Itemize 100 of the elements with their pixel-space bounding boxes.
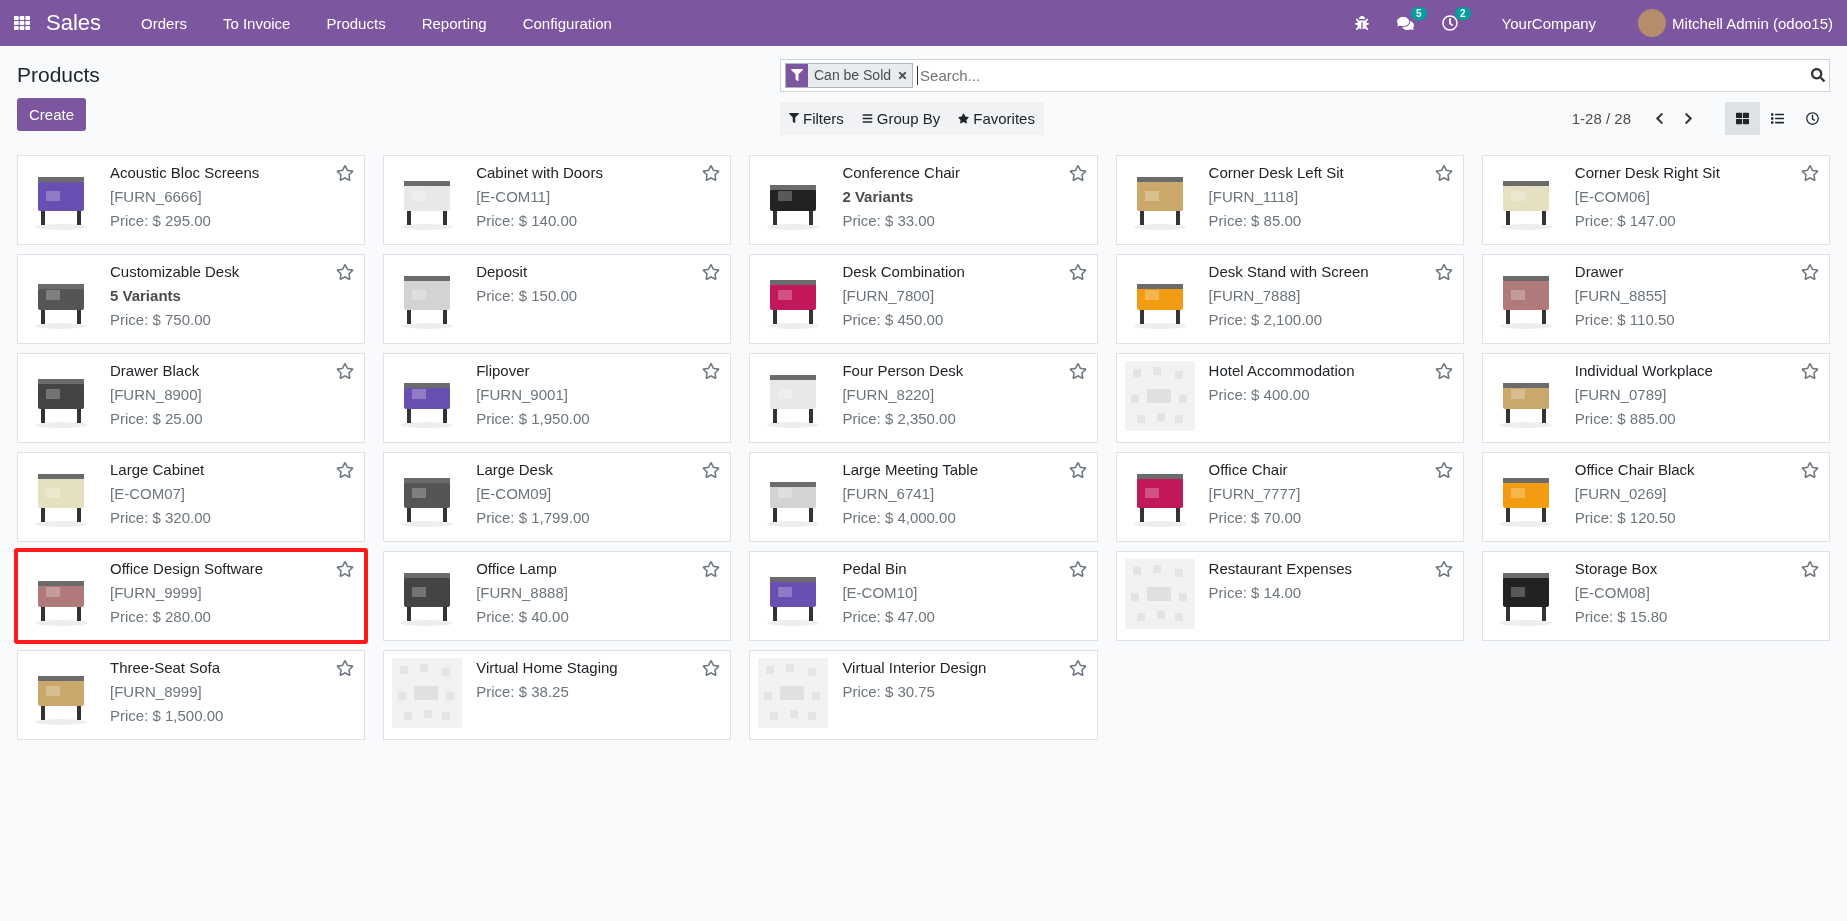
app-name[interactable]: Sales [46,10,102,36]
apps-grid-icon[interactable] [14,15,30,31]
star-icon[interactable] [336,560,355,578]
product-card[interactable]: Three-Seat Sofa [FURN_8999] Price: $ 1,500.00 [17,650,366,740]
product-card[interactable]: Corner Desk Right Sit [E-COM06] Price: $ 147.00 [1481,155,1830,245]
product-price: Price: $ 38.25 [476,682,569,701]
product-card[interactable]: Office Lamp [FURN_8888] Price: $ 40.00 [383,551,732,641]
star-icon[interactable] [702,164,721,182]
product-card[interactable]: Drawer [FURN_8855] Price: $ 110.50 [1481,254,1830,344]
product-price: Price: $ 1,950.00 [476,409,590,428]
star-icon[interactable] [702,263,721,281]
product-name: Desk Combination [842,262,965,281]
product-reference: [FURN_9001] [476,385,568,404]
product-card[interactable]: Large Cabinet [E-COM07] Price: $ 320.00 [17,452,366,542]
product-card[interactable]: Hotel Accommodation Price: $ 400.00 [1115,353,1464,443]
star-icon[interactable] [1068,461,1087,479]
star-icon[interactable] [702,362,721,380]
group-by-button[interactable]: Group By [852,109,950,127]
star-icon[interactable] [702,461,721,479]
star-icon[interactable] [702,659,721,677]
menu-item[interactable]: To Invoice [204,14,309,32]
product-price: Price: $ 25.00 [110,409,203,428]
product-card[interactable]: Storage Box [E-COM08] Price: $ 15.80 [1481,551,1830,641]
close-icon[interactable] [897,69,909,81]
star-icon[interactable] [1801,263,1819,281]
product-card[interactable]: Conference Chair 2 Variants Price: $ 33.00 [749,155,1098,245]
product-card[interactable]: Large Meeting Table [FURN_6741] Price: $ 4,000.00 [749,452,1098,542]
product-reference: [E-COM10] [842,583,918,602]
bug-icon[interactable] [1354,16,1369,30]
user-name[interactable]: Mitchell Admin (odoo15) [1672,14,1833,32]
product-card[interactable]: Customizable Desk 5 Variants Price: $ 750.00 [17,254,366,344]
product-name: Flipover [476,361,530,380]
product-name: Corner Desk Left Sit [1208,163,1344,182]
company-name[interactable]: YourCompany [1501,14,1597,32]
favorites-button[interactable]: Favorites [949,109,1044,127]
product-card[interactable]: Large Desk [E-COM09] Price: $ 1,799.00 [383,452,732,542]
star-icon[interactable] [1068,362,1087,380]
product-card[interactable]: Individual Workplace [FURN_0789] Price: $ 885.00 [1481,353,1830,443]
star-icon[interactable] [336,362,355,380]
star-icon[interactable] [1434,560,1453,578]
star-icon[interactable] [1801,461,1819,479]
create-button[interactable]: Create [17,98,87,131]
menu-item[interactable]: Configuration [504,14,630,32]
star-icon[interactable] [1068,263,1087,281]
product-card[interactable]: Pedal Bin [E-COM10] Price: $ 47.00 [749,551,1098,641]
pager-value[interactable]: 1-28 / 28 [1571,109,1631,127]
page-title: Products [17,63,101,87]
chat-icon[interactable] [1396,14,1414,32]
product-reference: [E-COM06] [1574,187,1650,206]
star-icon[interactable] [1434,164,1453,182]
search-bar[interactable]: Can be Sold Search... [780,58,1830,92]
product-card[interactable]: Restaurant Expenses Price: $ 14.00 [1115,551,1464,641]
product-card[interactable]: Virtual Interior Design Price: $ 30.75 [749,650,1098,740]
product-card[interactable]: Flipover [FURN_9001] Price: $ 1,950.00 [383,353,732,443]
star-icon[interactable] [336,461,355,479]
kanban-view-button[interactable] [1725,101,1760,135]
product-price: Price: $ 295.00 [110,211,211,230]
menu-item[interactable]: Products [308,14,404,32]
product-card[interactable]: Virtual Home Staging Price: $ 38.25 [383,650,732,740]
product-price: Price: $ 140.00 [476,211,578,230]
product-reference: [E-COM09] [476,484,552,503]
clock-icon[interactable] [1441,15,1458,31]
product-card[interactable]: Desk Combination [FURN_7800] Price: $ 450.00 [749,254,1098,344]
product-name: Virtual Interior Design [842,658,987,677]
filter-facet[interactable]: Can be Sold [785,62,914,88]
product-card[interactable]: Office Chair Black [FURN_0269] Price: $ 120.50 [1481,452,1830,542]
product-card[interactable]: Cabinet with Doors [E-COM11] Price: $ 140.00 [383,155,732,245]
product-card[interactable]: Deposit Price: $ 150.00 [383,254,732,344]
star-icon[interactable] [1434,362,1453,380]
product-price: Price: $ 2,100.00 [1208,310,1322,329]
star-icon[interactable] [702,560,721,578]
product-card[interactable]: Corner Desk Left Sit [FURN_1118] Price: $ 85.00 [1115,155,1464,245]
product-name: Large Cabinet [110,460,205,479]
highlighted-product-card[interactable]: Office Design Software [FURN_9999] Price: $ 280.00 [14,548,369,644]
star-icon[interactable] [1434,461,1453,479]
star-icon[interactable] [1801,362,1819,380]
star-icon[interactable] [1801,560,1819,578]
product-card[interactable]: Desk Stand with Screen [FURN_7888] Price: $ 2,100.00 [1115,254,1464,344]
product-card[interactable]: Office Chair [FURN_7777] Price: $ 70.00 [1115,452,1464,542]
product-price: Price: $ 30.75 [842,682,935,701]
star-icon[interactable] [336,164,355,182]
menu-item[interactable]: Orders [123,14,205,32]
filters-button[interactable]: Filters [780,109,853,127]
variant-count: 5 Variants [110,286,181,305]
star-icon[interactable] [1068,560,1087,578]
star-icon[interactable] [1801,164,1819,182]
product-price: Price: $ 85.00 [1208,211,1302,230]
star-icon[interactable] [1434,263,1453,281]
star-icon[interactable] [1068,659,1087,677]
search-icon[interactable] [1811,68,1825,82]
product-card[interactable]: Four Person Desk [FURN_8220] Price: $ 2,350.00 [749,353,1098,443]
star-icon[interactable] [1068,164,1087,182]
menu-item[interactable]: Reporting [403,14,505,32]
product-card[interactable]: Acoustic Bloc Screens [FURN_6666] Price: $ 295.00 [17,155,366,245]
star-icon[interactable] [336,659,355,677]
star-icon[interactable] [336,263,355,281]
product-reference: [FURN_8220] [842,385,935,404]
product-card[interactable]: Drawer Black [FURN_8900] Price: $ 25.00 [17,353,366,443]
product-price: Price: $ 2,350.00 [842,409,956,428]
product-reference: [FURN_6666] [110,187,202,206]
